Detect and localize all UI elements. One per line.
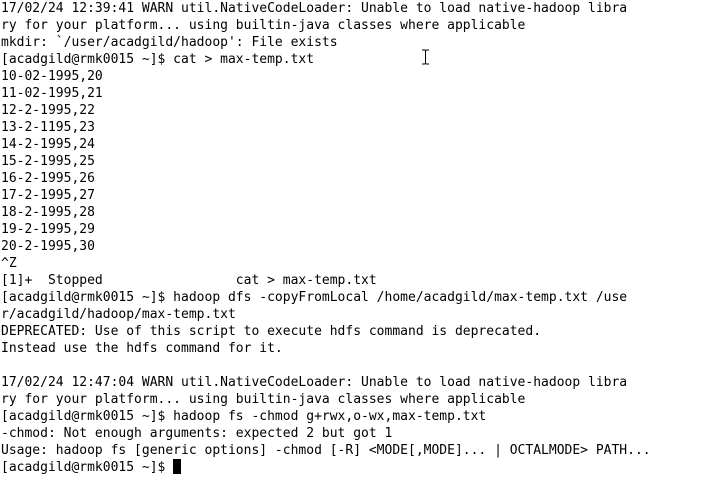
terminal-line: Instead use the hdfs command for it. — [1, 341, 283, 356]
terminal-line: 17/02/24 12:39:41 WARN util.NativeCodeLo… — [1, 1, 628, 16]
terminal-line: mkdir: `/user/acadgild/hadoop': File exi… — [1, 35, 338, 50]
terminal-line: 19-2-1995,29 — [1, 222, 95, 237]
ibeam-cursor-icon — [422, 49, 429, 65]
text-cursor[interactable] — [173, 459, 182, 474]
terminal-line: 16-2-1995,26 — [1, 171, 95, 186]
terminal-window[interactable]: 17/02/24 12:39:41 WARN util.NativeCodeLo… — [0, 0, 712, 480]
terminal-line: r/acadgild/hadoop/max-temp.txt — [1, 307, 236, 322]
terminal-line: 15-2-1995,25 — [1, 154, 95, 169]
terminal-line: [1]+ Stopped cat > max-temp.txt — [1, 273, 377, 288]
terminal-line: [acadgild@rmk0015 ~]$ cat > max-temp.txt — [1, 52, 315, 67]
terminal-line: -chmod: Not enough arguments: expected 2… — [1, 426, 393, 441]
terminal-line: 11-02-1995,21 — [1, 86, 103, 101]
terminal-line: 17/02/24 12:47:04 WARN util.NativeCodeLo… — [1, 375, 628, 390]
terminal-output: 17/02/24 12:39:41 WARN util.NativeCodeLo… — [1, 0, 651, 476]
terminal-line: Usage: hadoop fs [generic options] -chmo… — [1, 443, 651, 458]
terminal-line: [acadgild@rmk0015 ~]$ hadoop dfs -copyFr… — [1, 290, 628, 305]
terminal-line: ^Z — [1, 256, 17, 271]
prompt-line[interactable]: [acadgild@rmk0015 ~]$ — [1, 459, 651, 476]
terminal-line: 12-2-1995,22 — [1, 103, 95, 118]
terminal-line: 14-2-1995,24 — [1, 137, 95, 152]
terminal-line: 13-2-1195,23 — [1, 120, 95, 135]
shell-prompt: [acadgild@rmk0015 ~]$ — [1, 460, 174, 475]
terminal-line: DEPRECATED: Use of this script to execut… — [1, 324, 542, 339]
terminal-line: 18-2-1995,28 — [1, 205, 95, 220]
terminal-line: [acadgild@rmk0015 ~]$ hadoop fs -chmod g… — [1, 409, 487, 424]
terminal-line: 17-2-1995,27 — [1, 188, 95, 203]
terminal-line: 20-2-1995,30 — [1, 239, 95, 254]
terminal-line: ry for your platform... using builtin-ja… — [1, 392, 526, 407]
terminal-line: 10-02-1995,20 — [1, 69, 103, 84]
terminal-line: ry for your platform... using builtin-ja… — [1, 18, 526, 33]
